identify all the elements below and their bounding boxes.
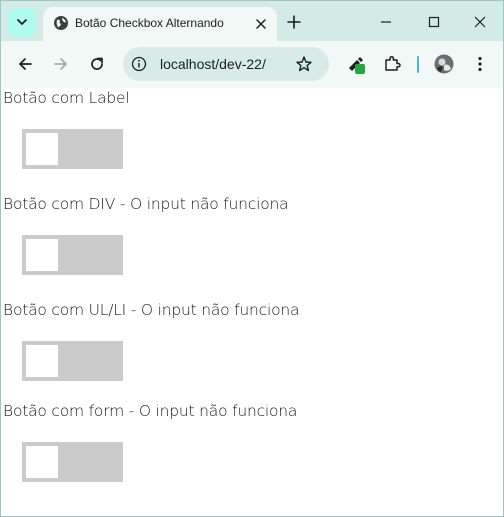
forward-button[interactable] (51, 54, 71, 74)
site-info-icon[interactable] (131, 56, 147, 72)
maximize-icon (428, 16, 440, 28)
browser-toolbar: localhost/dev-22/ (0, 41, 504, 88)
reload-button[interactable] (87, 54, 107, 74)
extension-action-button[interactable] (346, 54, 366, 74)
address-url[interactable]: localhost/dev-22/ (160, 56, 266, 72)
extensions-button[interactable] (382, 54, 402, 74)
close-window-button[interactable] (469, 11, 491, 33)
toggle-knob (26, 133, 58, 165)
reload-icon (91, 57, 103, 70)
back-button[interactable] (15, 54, 35, 74)
title-bar: Botão Checkbox Alternando (0, 0, 504, 42)
close-tab-icon[interactable] (253, 16, 269, 32)
toggle-knob (26, 239, 58, 271)
globe-icon (54, 16, 68, 30)
minimize-button[interactable] (375, 11, 397, 33)
maximize-button[interactable] (423, 11, 445, 33)
arrow-left-icon (19, 58, 32, 70)
avatar-icon (434, 54, 454, 74)
chevron-down-icon (17, 19, 27, 25)
extension-pen-icon (349, 57, 365, 74)
arrow-right-icon (54, 58, 67, 70)
toggle-switch-label[interactable] (22, 129, 123, 169)
toggle-switch-div[interactable] (22, 235, 123, 275)
puzzle-piece-icon (385, 56, 401, 71)
tab-search-button[interactable] (8, 8, 36, 36)
minimize-icon (381, 21, 391, 23)
active-tab[interactable]: Botão Checkbox Alternando (43, 7, 277, 42)
section-label-ul-li: Botão com UL/LI - O input não funciona (3, 301, 300, 319)
address-bar[interactable]: localhost/dev-22/ (123, 47, 329, 81)
section-label-label: Botão com Label (3, 89, 130, 107)
tab-title: Botão Checkbox Alternando (75, 16, 224, 30)
page-content: Botão com Label Botão com DIV - O input … (0, 88, 504, 517)
profile-avatar[interactable] (434, 54, 454, 74)
new-tab-icon[interactable] (285, 13, 303, 31)
section-label-div: Botão com DIV - O input não funciona (3, 195, 289, 213)
toggle-switch-form[interactable] (22, 442, 123, 482)
more-vertical-icon (478, 56, 482, 72)
browser-menu-button[interactable] (470, 54, 490, 74)
toggle-knob (26, 446, 58, 478)
bookmark-star-icon[interactable] (295, 55, 313, 73)
toolbar-divider (417, 56, 419, 73)
close-icon (474, 16, 486, 28)
section-label-form: Botão com form - O input não funciona (3, 402, 298, 420)
toggle-knob (26, 345, 58, 377)
toggle-switch-ul-li[interactable] (22, 341, 123, 381)
